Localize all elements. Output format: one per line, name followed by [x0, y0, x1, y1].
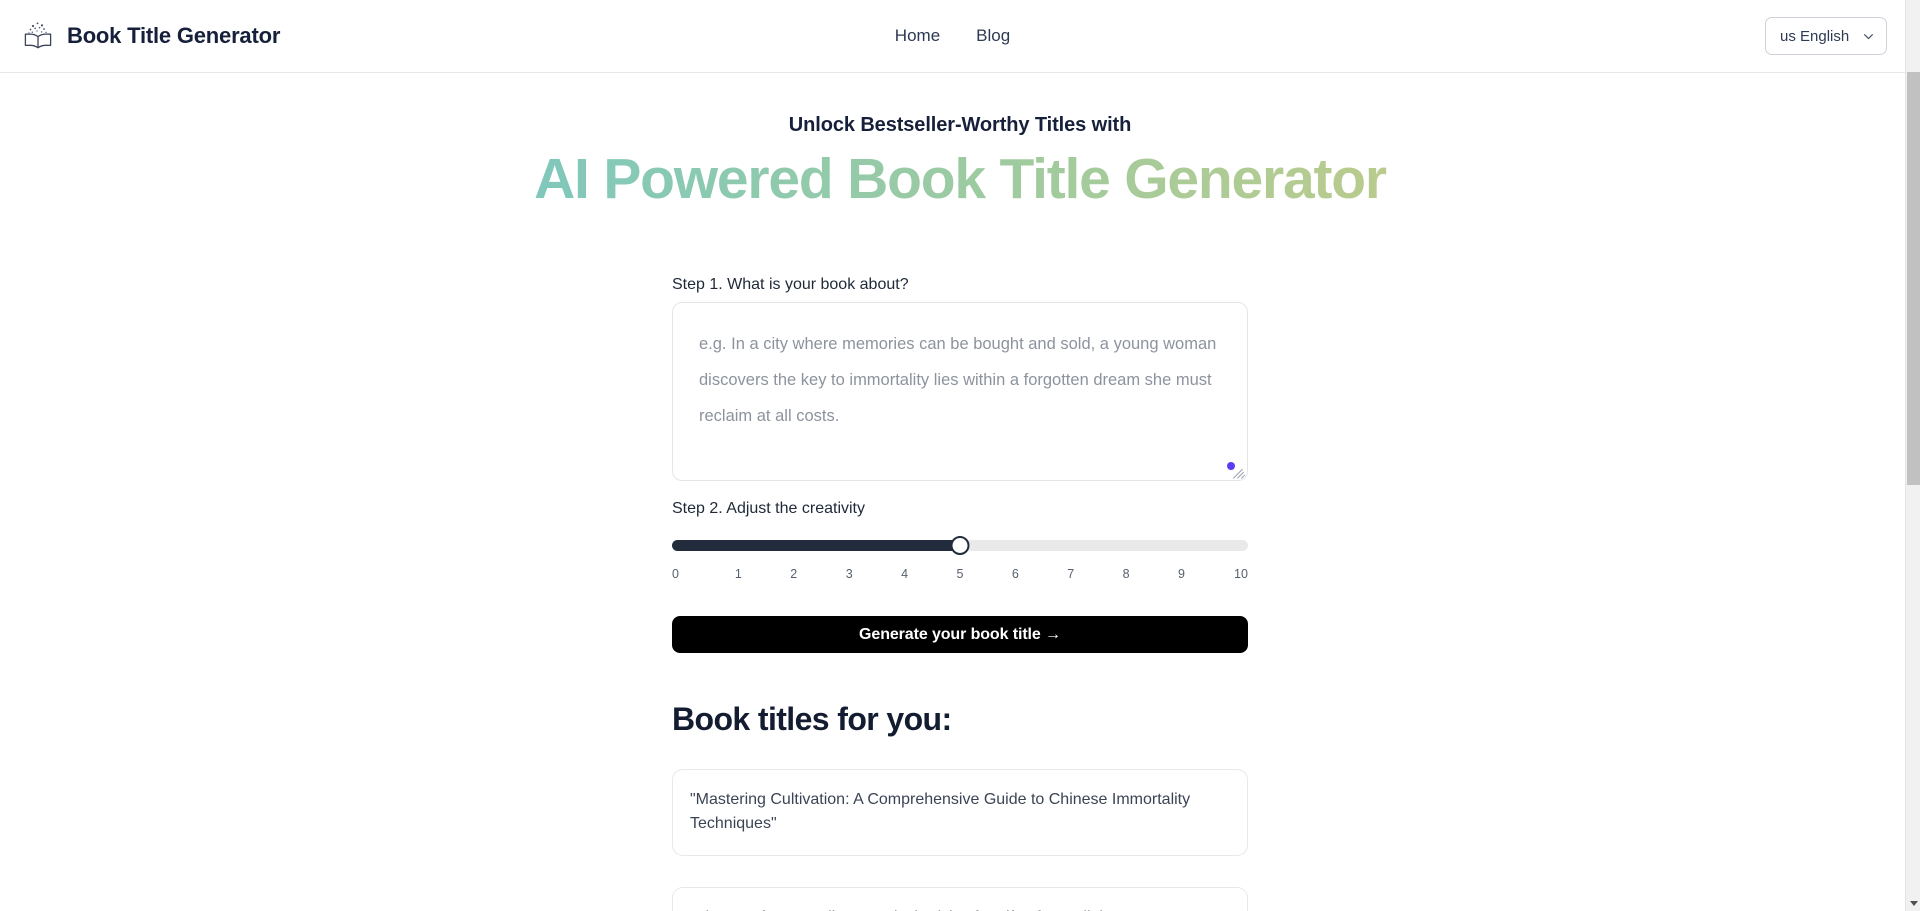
result-title: "The Art of Immortality: Practical Advic… — [690, 906, 1230, 911]
chevron-down-icon — [1863, 33, 1874, 39]
slider-tick-labels: 0 1 2 3 4 5 6 7 8 9 10 — [672, 567, 1248, 581]
slider-tick-3: 3 — [845, 567, 853, 582]
textarea-resize-handle[interactable] — [1232, 465, 1246, 480]
site-header: Book Title Generator Home Blog us Englis… — [0, 0, 1905, 73]
brand-logo-link[interactable]: Book Title Generator — [22, 20, 280, 52]
slider-tick-6: 6 — [1011, 567, 1019, 582]
scroll-down-arrow-icon[interactable] — [1906, 895, 1920, 911]
slider-tick-7: 7 — [1067, 567, 1075, 582]
slider-tick-0: 0 — [672, 567, 679, 582]
slider-tick-5: 5 — [956, 567, 964, 582]
generator-form: Step 1. What is your book about? e.g. In… — [672, 213, 1248, 911]
book-description-placeholder: e.g. In a city where memories can be bou… — [699, 335, 1217, 426]
scrollbar-thumb[interactable] — [1907, 72, 1920, 485]
step2-label: Step 2. Adjust the creativity — [672, 500, 865, 518]
nav-item-home[interactable]: Home — [895, 26, 940, 46]
slider-tick-2: 2 — [790, 567, 798, 582]
result-card[interactable]: "The Art of Immortality: Practical Advic… — [672, 887, 1248, 911]
slider-tick-8: 8 — [1122, 567, 1130, 582]
open-book-sparkles-icon — [24, 22, 52, 49]
hero-eyebrow: Unlock Bestseller-Worthy Titles with — [788, 114, 1132, 136]
slider-thumb[interactable] — [950, 536, 970, 556]
slider-tick-1: 1 — [734, 567, 742, 582]
language-selector[interactable]: us English — [1765, 17, 1887, 55]
hero-section: Unlock Bestseller-Worthy Titles with AI … — [0, 73, 1920, 213]
generate-button[interactable]: Generate your book title → — [672, 616, 1248, 654]
page-scrollbar[interactable] — [1905, 0, 1920, 911]
result-title: "Mastering Cultivation: A Comprehensive … — [690, 791, 1191, 833]
brand-name: Book Title Generator — [67, 23, 281, 48]
nav-item-blog[interactable]: Blog — [976, 26, 1010, 46]
results-heading: Book titles for you: — [672, 701, 952, 738]
page-viewport: Book Title Generator Home Blog us Englis… — [0, 0, 1920, 911]
slider-tick-9: 9 — [1178, 567, 1185, 582]
language-selector-value: us English — [1780, 27, 1850, 45]
slider-tick-4: 4 — [901, 567, 909, 582]
creativity-slider[interactable] — [672, 536, 1248, 556]
slider-tick-10: 10 — [1234, 567, 1248, 582]
step1-label: Step 1. What is your book about? — [672, 276, 909, 294]
main-nav: Home Blog — [0, 0, 1905, 72]
book-description-input[interactable]: e.g. In a city where memories can be bou… — [672, 302, 1248, 482]
page-title: AI Powered Book Title Generator — [0, 145, 1920, 213]
slider-fill — [672, 540, 960, 552]
result-card[interactable]: "Mastering Cultivation: A Comprehensive … — [672, 769, 1248, 857]
